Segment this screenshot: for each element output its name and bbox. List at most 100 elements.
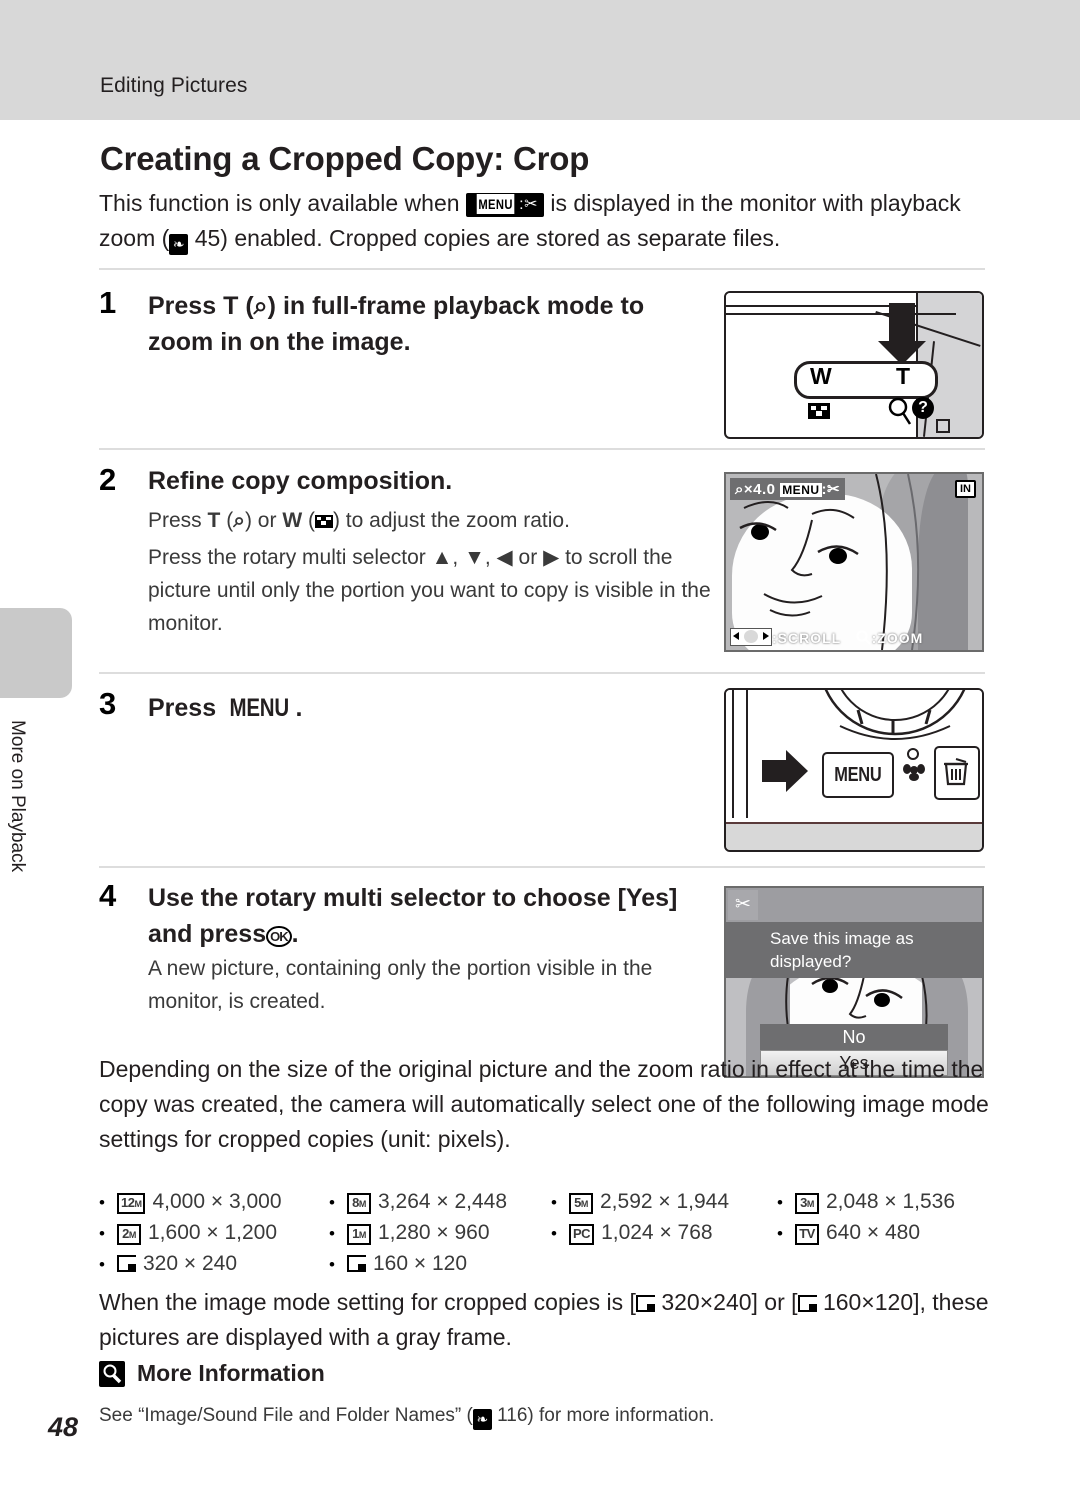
step-3-title-pre: Press bbox=[148, 694, 217, 722]
intro-paragraph: This function is only available when MEN… bbox=[99, 186, 989, 256]
note-part2: ) for more information. bbox=[527, 1405, 715, 1426]
zoom-wide-key: W bbox=[282, 509, 303, 532]
image-mode-icon: PC bbox=[569, 1224, 595, 1245]
intro-ref-page: 45 bbox=[194, 225, 221, 251]
image-mode-icon: 2M bbox=[117, 1224, 141, 1245]
crop-scissors-icon: ✂ bbox=[728, 890, 758, 920]
image-mode-value: 2,592 × 1,944 bbox=[600, 1190, 730, 1213]
image-mode-item: • 3M 2,048 × 1,536 bbox=[777, 1190, 987, 1221]
divider-step4 bbox=[99, 866, 985, 868]
image-mode-icon-label: 3 bbox=[800, 1195, 807, 1210]
image-mode-value: 2,048 × 1,536 bbox=[826, 1190, 956, 1213]
help-icon: ? bbox=[912, 397, 934, 419]
step-2-body1-pre: Press bbox=[148, 509, 202, 532]
list-bullet: • bbox=[99, 1255, 105, 1274]
note-part1: See “Image/Sound File and Folder Names” … bbox=[99, 1405, 473, 1426]
image-mode-icon-sub: M bbox=[580, 1199, 589, 1209]
zoom-ratio-value: ⌕×4.0 bbox=[735, 481, 776, 498]
image-mode-icon-sub: M bbox=[358, 1199, 367, 1209]
image-mode-item: • 1M 1,280 × 960 bbox=[329, 1221, 551, 1252]
image-mode-value: 1,280 × 960 bbox=[378, 1221, 490, 1244]
manual-reference-icon: ❧ bbox=[169, 234, 189, 255]
divider-step1 bbox=[99, 268, 985, 270]
closing-size-2: 160×120 bbox=[822, 1289, 914, 1315]
dialog-option-no[interactable]: No bbox=[760, 1024, 948, 1050]
image-mode-icon: 5M bbox=[569, 1193, 593, 1214]
closing-part2: ] or [ bbox=[751, 1289, 798, 1315]
more-information-icon bbox=[99, 1360, 125, 1387]
multi-selector-icon bbox=[730, 628, 772, 646]
image-mode-icon: TV bbox=[795, 1224, 819, 1245]
more-information-label: More Information bbox=[137, 1360, 325, 1386]
list-bullet: • bbox=[551, 1193, 557, 1212]
header-band bbox=[0, 0, 1080, 120]
step-1-title-pre: Press bbox=[148, 292, 217, 320]
delete-button[interactable] bbox=[934, 746, 980, 800]
press-arrow-shaft bbox=[889, 303, 915, 343]
menu-scissors-badge: MENU:✂ bbox=[465, 193, 545, 217]
image-mode-icon-sub: M bbox=[806, 1199, 815, 1209]
small-picture-icon bbox=[635, 1295, 655, 1312]
menu-key-label: MENU bbox=[229, 694, 290, 722]
step-3-number: 3 bbox=[99, 686, 117, 721]
magnifier-icon: ⌕ bbox=[253, 292, 268, 320]
hint-zoom-label: :ZOOM bbox=[871, 630, 924, 646]
intro-text-part3: ) enabled. Cropped copies are stored as … bbox=[220, 225, 781, 251]
camera-back-illustration: MENU bbox=[724, 688, 984, 852]
press-arrow-shaft bbox=[762, 760, 788, 782]
zoom-tele-label: T bbox=[896, 363, 911, 389]
step-2-body-2: Press the rotary multi selector ▲, ▼, ◀ … bbox=[148, 546, 711, 635]
intro-text-part1: This function is only available when bbox=[99, 190, 460, 216]
image-mode-row: • 2M 1,600 × 1,200 • 1M 1,280 × 960 • PC… bbox=[99, 1221, 989, 1252]
zoom-tele-key: T bbox=[207, 509, 221, 532]
image-mode-value: 160 × 120 bbox=[373, 1252, 468, 1275]
save-confirmation-dialog: ✂ Save this image as displayed? No Yes bbox=[724, 886, 984, 1078]
image-mode-value: 320 × 240 bbox=[143, 1252, 238, 1275]
step-1-title: Press T (⌕) in full-frame playback mode … bbox=[148, 288, 708, 360]
image-mode-icon-label: 8 bbox=[352, 1195, 359, 1210]
image-mode-icon: 3M bbox=[795, 1193, 819, 1214]
image-mode-icon: 8M bbox=[347, 1193, 371, 1214]
step-4-title: Use the rotary multi selector to choose … bbox=[148, 880, 708, 952]
scissors-icon: ✂ bbox=[524, 196, 539, 213]
step-2-number: 2 bbox=[99, 462, 117, 497]
paren-open: ( bbox=[245, 292, 254, 320]
step-2-body1-post: to adjust the zoom ratio. bbox=[345, 509, 570, 532]
page-title: Creating a Cropped Copy: Crop bbox=[100, 140, 590, 177]
image-mode-icon: 12M bbox=[117, 1193, 146, 1214]
list-bullet: • bbox=[329, 1224, 335, 1243]
menu-label: MENU bbox=[780, 483, 822, 497]
arrow-down-icon: ▼ bbox=[464, 546, 485, 569]
section-title: Editing Pictures bbox=[100, 74, 248, 97]
zoom-wide-label: W bbox=[810, 363, 832, 389]
small-picture-icon bbox=[117, 1255, 136, 1272]
side-tab-label: More on Playback bbox=[7, 720, 28, 873]
image-mode-item: • PC 1,024 × 768 bbox=[551, 1221, 777, 1252]
step-2-body2-or: or bbox=[518, 546, 538, 569]
step-4-number: 4 bbox=[99, 878, 117, 913]
scissors-icon: ✂ bbox=[827, 481, 841, 498]
step-2-or: or bbox=[257, 509, 277, 532]
small-picture-icon bbox=[347, 1255, 366, 1272]
image-mode-item: • 5M 2,592 × 1,944 bbox=[551, 1190, 777, 1221]
step-2-body2-pre: Press the rotary multi selector bbox=[148, 546, 426, 569]
trash-icon bbox=[944, 758, 968, 786]
image-mode-item: • 320 × 240 bbox=[99, 1252, 329, 1283]
thumbnail-grid-icon bbox=[314, 515, 333, 528]
divider-step3 bbox=[99, 672, 985, 674]
image-mode-icon-sub: M bbox=[128, 1230, 137, 1240]
thumbnail-grid-icon bbox=[808, 403, 830, 419]
image-mode-icon-label: 2 bbox=[122, 1226, 129, 1241]
body-paragraph-left: Depending on the size of the original pi… bbox=[99, 1052, 989, 1157]
image-mode-icon-sub: M bbox=[134, 1199, 142, 1209]
list-bullet: • bbox=[329, 1255, 335, 1274]
list-bullet: • bbox=[99, 1193, 105, 1212]
indicator-lamp bbox=[936, 419, 950, 433]
menu-label: MENU bbox=[476, 194, 515, 214]
image-mode-item: • 2M 1,600 × 1,200 bbox=[99, 1221, 329, 1252]
arrow-right-icon: ▶ bbox=[543, 546, 560, 569]
small-picture-icon bbox=[797, 1295, 817, 1312]
step-3-title-post: . bbox=[295, 694, 303, 722]
list-bullet: • bbox=[329, 1193, 335, 1212]
menu-button[interactable]: MENU bbox=[822, 752, 894, 798]
